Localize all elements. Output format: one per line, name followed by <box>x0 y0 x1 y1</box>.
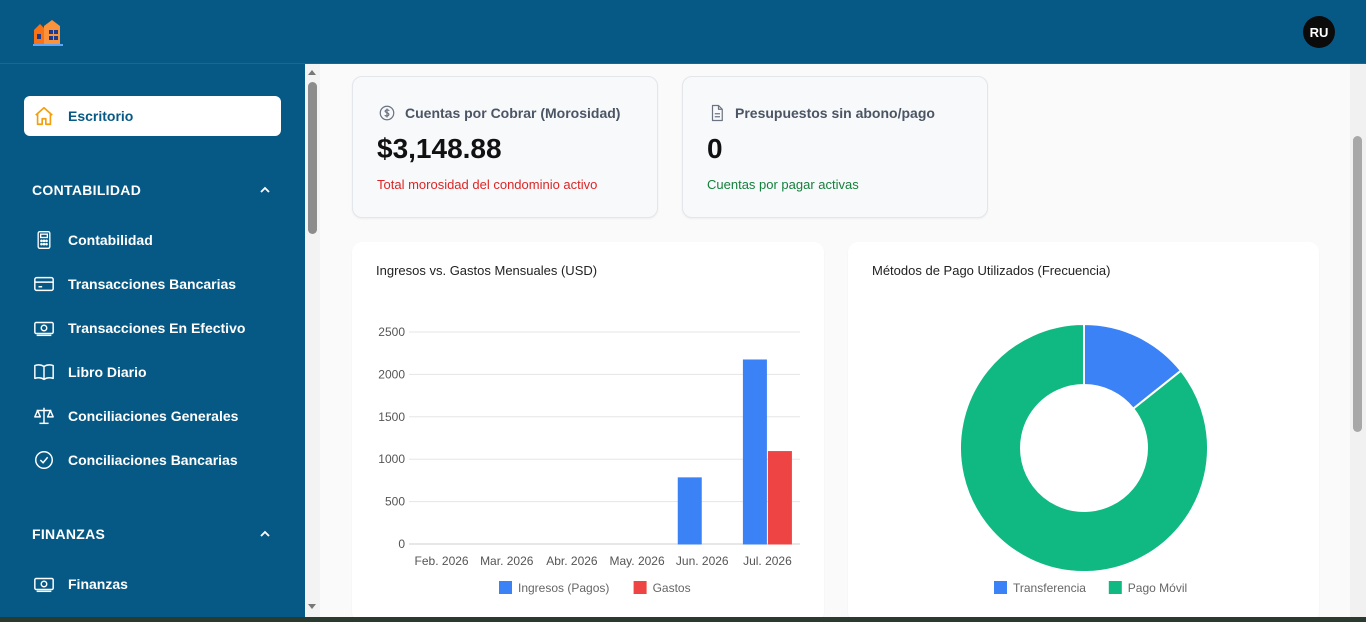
kpi-header: Cuentas por Cobrar (Morosidad) <box>377 103 620 123</box>
bar-chart: 0 500 1000 1500 2000 2500 Feb. 2026 Mar. 2026 Ab… <box>378 325 800 595</box>
kpi-value: 0 <box>707 133 723 164</box>
sidebar-item-label: Conciliaciones Bancarias <box>68 452 238 468</box>
section-title: FINANZAS <box>32 526 106 542</box>
sidebar-item-label: Conciliaciones Generales <box>68 408 239 424</box>
y-tick-label: 500 <box>385 495 405 509</box>
x-tick-label: Mar. 2026 <box>480 554 534 568</box>
sidebar-item-conciliaciones-generales[interactable]: Conciliaciones Generales <box>32 402 282 430</box>
legend-label: Transferencia <box>1013 581 1086 595</box>
kpi-subtitle: Total morosidad del condominio activo <box>377 177 598 192</box>
x-tick-label: Jul. 2026 <box>743 554 792 568</box>
y-tick-label: 2000 <box>378 367 405 381</box>
content-scrollbar[interactable] <box>305 64 320 617</box>
x-tick-label: Jun. 2026 <box>676 554 729 568</box>
legend-swatch <box>1108 581 1122 594</box>
sidebar-item-label: Libro Diario <box>68 364 147 380</box>
doughnut-chart-card: Métodos de Pago Utilizados (Frecuencia) … <box>848 242 1319 617</box>
sidebar-item-label: Transacciones En Efectivo <box>68 320 246 336</box>
credit-card-icon <box>32 272 56 296</box>
scrollbar-thumb[interactable] <box>1353 136 1362 432</box>
kpi-title: Cuentas por Cobrar (Morosidad) <box>405 105 621 121</box>
sidebar-item-transacciones-bancarias[interactable]: Transacciones Bancarias <box>32 270 282 298</box>
sidebar-item-label: Escritorio <box>68 108 134 124</box>
sidebar-item-label: Transacciones Bancarias <box>68 276 237 292</box>
legend-swatch <box>499 581 512 594</box>
y-tick-label: 2500 <box>378 325 405 339</box>
bar <box>677 477 702 545</box>
scale-icon <box>32 404 56 428</box>
sidebar-item-escritorio[interactable]: Escritorio <box>24 96 281 136</box>
y-tick-label: 0 <box>398 537 405 551</box>
section-contabilidad[interactable]: CONTABILIDAD <box>32 182 272 198</box>
kpi-subtitle: Cuentas por pagar activas <box>707 177 859 192</box>
chevron-up-icon <box>260 530 270 537</box>
legend-label: Pago Móvil <box>1128 581 1187 595</box>
scrollbar-thumb[interactable] <box>308 82 317 234</box>
user-avatar[interactable]: RU <box>1303 16 1335 48</box>
legend-label: Ingresos (Pagos) <box>518 581 609 595</box>
taskbar-strip <box>0 617 1366 622</box>
sidebar-item-label: Contabilidad <box>68 232 153 248</box>
bar <box>767 451 792 545</box>
section-title: CONTABILIDAD <box>32 182 142 198</box>
legend-swatch <box>994 581 1007 594</box>
cash-icon <box>32 572 56 596</box>
document-icon <box>707 103 727 123</box>
scroll-down-arrow[interactable] <box>308 604 316 609</box>
top-bar: RU <box>0 0 1366 64</box>
sidebar-item-label: Finanzas <box>68 576 128 592</box>
section-finanzas[interactable]: FINANZAS <box>32 526 272 542</box>
kpi-value: $3,148.88 <box>377 133 502 164</box>
kpi-card-morosidad: Cuentas por Cobrar (Morosidad) $3,148.88… <box>352 76 658 218</box>
kpi-title: Presupuestos sin abono/pago <box>735 105 935 121</box>
y-tick-label: 1500 <box>378 410 405 424</box>
doughnut-chart: Transferencia Pago Móvil <box>959 322 1209 595</box>
chevron-up-icon <box>260 186 270 193</box>
x-tick-label: May. 2026 <box>610 554 665 568</box>
bar <box>742 359 767 545</box>
calculator-icon <box>32 228 56 252</box>
logo[interactable] <box>30 14 66 50</box>
sidebar: Escritorio CONTABILIDAD Contabilidad Tra… <box>0 64 305 622</box>
sidebar-item-contabilidad[interactable]: Contabilidad <box>32 226 282 254</box>
sidebar-item-finanzas[interactable]: Finanzas <box>32 570 282 598</box>
kpi-card-presupuestos: Presupuestos sin abono/pago 0 Cuentas po… <box>682 76 988 218</box>
check-circle-icon <box>32 448 56 472</box>
y-tick-label: 1000 <box>378 452 405 466</box>
page-scrollbar[interactable] <box>1350 64 1366 617</box>
bar-chart-card: Ingresos vs. Gastos Mensuales (USD) 0 500… <box>352 242 824 617</box>
sidebar-item-conciliaciones-bancarias[interactable]: Conciliaciones Bancarias <box>32 446 282 474</box>
legend-swatch <box>633 581 647 594</box>
cash-icon <box>32 316 56 340</box>
sidebar-item-libro-diario[interactable]: Libro Diario <box>32 358 282 386</box>
home-icon <box>32 104 56 128</box>
scroll-up-arrow[interactable] <box>308 70 316 75</box>
legend-label: Gastos <box>653 581 691 595</box>
sidebar-item-transacciones-efectivo[interactable]: Transacciones En Efectivo <box>32 314 282 342</box>
book-icon <box>32 360 56 384</box>
x-tick-label: Abr. 2026 <box>546 554 598 568</box>
kpi-header: Presupuestos sin abono/pago <box>707 103 935 123</box>
dollar-circle-icon <box>377 103 397 123</box>
main-content: Cuentas por Cobrar (Morosidad) $3,148.88… <box>305 64 1350 617</box>
x-tick-label: Feb. 2026 <box>415 554 469 568</box>
